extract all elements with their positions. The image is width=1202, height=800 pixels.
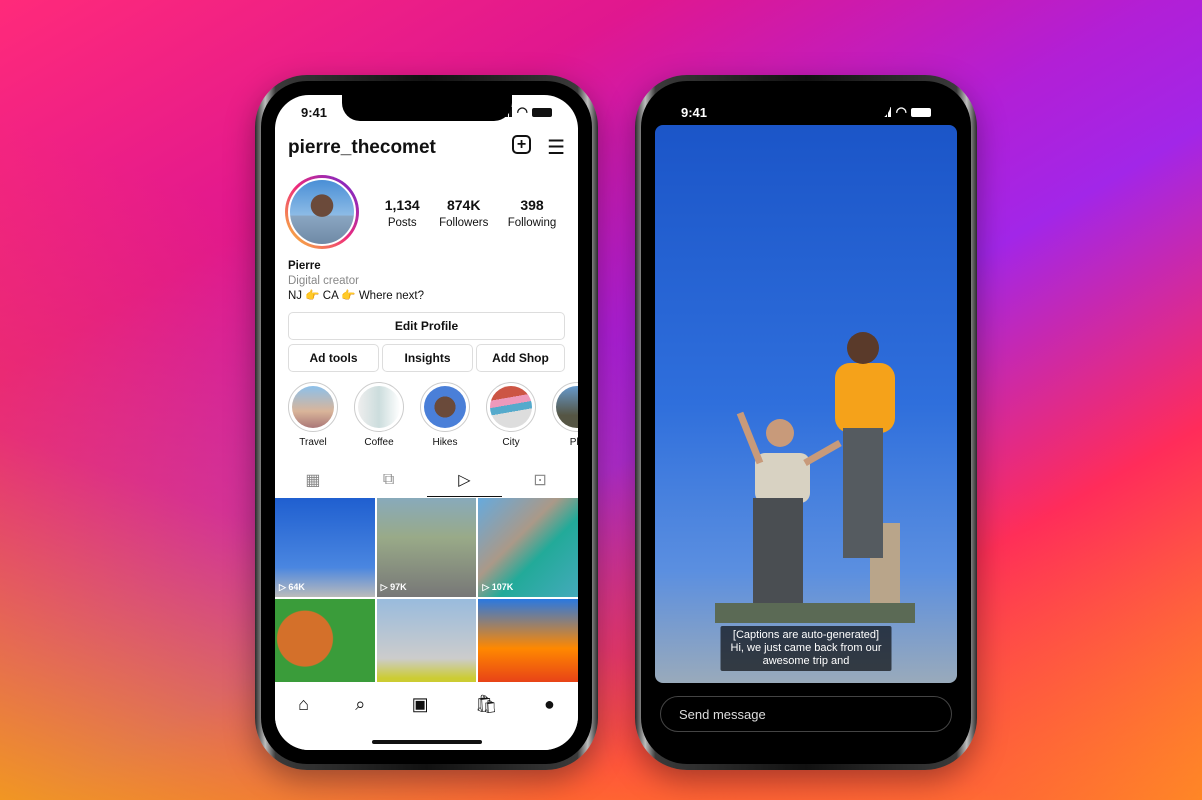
add-shop-button[interactable]: Add Shop: [476, 344, 565, 372]
tab-reels[interactable]: ⧉: [351, 463, 427, 497]
video-frame: [715, 332, 915, 623]
time: 9:41: [301, 104, 328, 120]
profile-icon[interactable]: ●: [544, 694, 555, 750]
auto-caption: [Captions are auto-generated] Hi, we just…: [720, 626, 892, 671]
profile-screen: 9:41 ◠ pierre_thecomet + ☰ 1,134 Posts 874…: [275, 95, 578, 750]
time: 9:41: [681, 104, 708, 120]
notch: [721, 95, 891, 121]
tagged-icon: ⊡: [533, 472, 547, 489]
battery-icon: [532, 107, 552, 117]
wifi-icon: ◠: [895, 104, 907, 119]
reel-viewer-screen: 9:41 ◠ [Captions are auto-generated] Hi, …: [655, 95, 957, 750]
tab-videos[interactable]: ▷: [426, 463, 503, 497]
story-highlights: Travel Coffee Hikes City Pla: [288, 382, 578, 448]
reel-tile[interactable]: ▷ 64K: [275, 498, 375, 597]
reels-icon: ⧉: [382, 471, 395, 488]
left-phone: 9:41 ◠ pierre_thecomet + ☰ 1,134 Posts 874…: [255, 75, 598, 770]
reel-tile[interactable]: ▷ 97K: [376, 498, 477, 597]
highlight-hikes[interactable]: Hikes: [420, 382, 470, 448]
highlight-coffee[interactable]: Coffee: [354, 382, 404, 448]
home-icon[interactable]: ⌂: [298, 694, 309, 750]
search-icon[interactable]: ⌕: [355, 694, 365, 750]
username[interactable]: pierre_thecomet: [288, 137, 436, 159]
tab-tagged[interactable]: ⊡: [502, 463, 578, 497]
edit-profile-button[interactable]: Edit Profile: [288, 312, 565, 340]
avatar[interactable]: [285, 175, 359, 249]
bio: Pierre Digital creator NJ 👉 CA 👉 Where nex…: [288, 260, 425, 302]
stat-followers[interactable]: 874K Followers: [439, 197, 488, 231]
tab-grid[interactable]: ▦: [275, 463, 351, 497]
stat-following[interactable]: 398 Following: [508, 197, 557, 231]
home-indicator: [371, 740, 482, 744]
grid-icon: ▦: [305, 472, 321, 489]
stat-posts[interactable]: 1,134 Posts: [385, 197, 420, 231]
reel-tile[interactable]: ▷ 107K: [478, 498, 578, 597]
insights-button[interactable]: Insights: [382, 344, 473, 372]
reels-grid: ▷ 64K ▷ 97K ▷ 107K: [275, 498, 578, 698]
ad-tools-button[interactable]: Ad tools: [288, 344, 379, 372]
create-post-icon[interactable]: +: [512, 135, 532, 154]
menu-icon[interactable]: ☰: [547, 135, 565, 160]
highlight-city[interactable]: City: [486, 382, 536, 448]
notch: [341, 95, 512, 121]
highlight-travel[interactable]: Travel: [288, 382, 338, 448]
highlight-places[interactable]: Pla: [552, 382, 578, 448]
wifi-icon: ◠: [516, 104, 528, 119]
video-player[interactable]: [Captions are auto-generated] Hi, we just…: [655, 125, 957, 683]
send-message-input[interactable]: Send message: [660, 696, 952, 732]
play-icon: ▷: [458, 471, 471, 489]
right-phone: 9:41 ◠ [Captions are auto-generated] Hi, …: [635, 75, 977, 770]
battery-icon: [911, 107, 931, 117]
